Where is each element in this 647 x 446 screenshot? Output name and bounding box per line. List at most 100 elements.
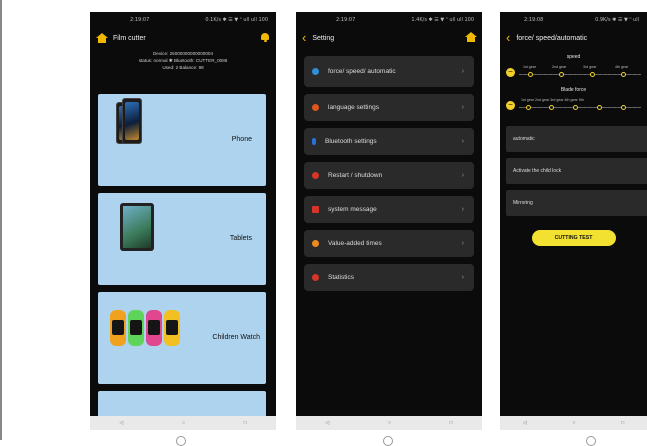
cutting-test-button[interactable]: CUTTING TEST (531, 230, 616, 246)
back-chevron-icon[interactable]: ‹ (506, 31, 510, 44)
setting-item-force-speed[interactable]: force/ speed/ automatic › (304, 56, 474, 87)
chevron-right-icon: › (461, 68, 464, 75)
screen-force-speed: 2:19:08 0.9K/s ✱ ☰ ▼ ⁿ ull ‹ force/ spee… (500, 12, 647, 430)
home-icon[interactable] (95, 33, 108, 43)
setting-item-statistics[interactable]: Statistics › (304, 264, 474, 291)
status-icons: 0.9K/s ✱ ☰ ▼ ⁿ ull (595, 17, 639, 23)
app-bar: Film cutter (90, 28, 276, 48)
nav-back-icon[interactable]: ◁ (119, 420, 123, 426)
bluetooth-icon (312, 138, 316, 145)
minus-icon[interactable]: − (506, 100, 515, 110)
step-marker (176, 436, 186, 446)
system-nav-bar: ◁ ○ □ (296, 416, 482, 430)
setting-item-value-added[interactable]: Value-added times › (304, 230, 474, 257)
device-card-phone[interactable]: Phone (98, 94, 266, 186)
step-marker (383, 436, 393, 446)
force-track[interactable]: 1st gear 2nd gear 3rd gear 4th gear 5th (519, 98, 641, 112)
device-status-line: status: normal ✱ Bluetooth: CUTTER_0086 (138, 58, 228, 63)
option-automatic[interactable]: automatic (506, 126, 647, 152)
device-card-label: Children Watch (212, 334, 260, 341)
page-title: Setting (312, 34, 335, 42)
slider-knob[interactable] (528, 72, 533, 77)
status-bar: 2:19:07 1.4K/s ✱ ☰ ▼ ⁿ ull ull 100 (296, 12, 482, 28)
chevron-right-icon: › (461, 206, 464, 213)
force-slider[interactable]: − 1st gear 2nd gear 3rd gear 4th gear 5t… (500, 96, 647, 114)
slider-knob[interactable] (559, 72, 564, 77)
tick-label: 1st gear 2nd gear 3rd gear 4th gear 5th (521, 98, 584, 102)
nav-home-icon[interactable]: ○ (572, 420, 575, 426)
statistics-icon (312, 274, 319, 281)
setting-label: system message (328, 206, 377, 213)
slider-knob[interactable] (597, 105, 602, 110)
system-nav-bar: ◁ ○ □ (500, 416, 647, 430)
tick-label: 4th gear (615, 65, 629, 69)
watch-image (128, 310, 144, 346)
watch-image (164, 310, 180, 346)
slider-knob[interactable] (549, 105, 554, 110)
home-icon[interactable] (464, 32, 477, 42)
speed-label: speed (566, 54, 581, 60)
status-time: 2:19:07 (130, 17, 150, 23)
device-card-tablets[interactable]: Tablets (98, 193, 266, 285)
slider-knob[interactable] (621, 105, 626, 110)
speed-track[interactable]: 1st gear 2nd gear 3rd gear 4th gear (519, 65, 641, 79)
nav-back-icon[interactable]: ◁ (523, 420, 527, 426)
app-bar: ‹ force/ speed/automatic (500, 28, 647, 48)
nav-back-icon[interactable]: ◁ (325, 420, 329, 426)
power-icon (312, 172, 319, 179)
setting-item-language[interactable]: language settings › (304, 94, 474, 121)
setting-label: Bluetooth settings (325, 138, 377, 145)
nav-recent-icon[interactable]: □ (450, 420, 453, 426)
setting-label: force/ speed/ automatic (328, 68, 396, 75)
status-bar: 2:19:07 0.1K/s ✱ ☰ ▼ ⁿ ull ull 100 (90, 12, 276, 28)
setting-item-system-message[interactable]: system message › (304, 196, 474, 223)
phone-image-back (122, 98, 142, 144)
setting-label: Statistics (328, 274, 355, 281)
watch-image (110, 310, 126, 346)
tick-label: 1st gear (523, 65, 536, 69)
nav-home-icon[interactable]: ○ (388, 420, 391, 426)
slider-knob[interactable] (621, 72, 626, 77)
back-chevron-icon[interactable]: ‹ (302, 31, 306, 44)
tablet-image (120, 203, 154, 251)
screen-setting: 2:19:07 1.4K/s ✱ ☰ ▼ ⁿ ull ull 100 ‹ Set… (296, 12, 482, 430)
coin-icon (312, 240, 319, 247)
settings-list: force/ speed/ automatic › language setti… (296, 48, 482, 291)
nav-recent-icon[interactable]: □ (621, 420, 624, 426)
status-icons: 1.4K/s ✱ ☰ ▼ ⁿ ull ull 100 (411, 17, 474, 23)
device-card-label: Phone (231, 136, 252, 143)
option-child-lock[interactable]: Activate the child lock (506, 158, 647, 184)
chevron-right-icon: › (461, 104, 464, 111)
screen-film-cutter: 2:19:07 0.1K/s ✱ ☰ ▼ ⁿ ull ull 100 Film … (90, 12, 276, 430)
setting-item-bluetooth[interactable]: Bluetooth settings › (304, 128, 474, 155)
setting-item-restart[interactable]: Restart / shutdown › (304, 162, 474, 189)
slider-knob[interactable] (573, 105, 578, 110)
slider-knob[interactable] (526, 105, 531, 110)
tick-label: 2nd gear (552, 65, 567, 69)
status-time: 2:19:07 (336, 17, 356, 23)
chevron-right-icon: › (461, 240, 464, 247)
nav-recent-icon[interactable]: □ (244, 420, 247, 426)
status-bar: 2:19:08 0.9K/s ✱ ☰ ▼ ⁿ ull (500, 12, 647, 28)
device-id-line: Device: 25000000000000004 (152, 51, 214, 56)
language-icon (312, 104, 319, 111)
tick-label: 3rd gear (583, 65, 597, 69)
frame-border (0, 0, 2, 440)
slider-knob[interactable] (590, 72, 595, 77)
option-mirroring[interactable]: Mirroring (506, 190, 647, 216)
speed-slider[interactable]: − 1st gear 2nd gear 3rd gear 4th gear (500, 63, 647, 81)
chevron-right-icon: › (461, 172, 464, 179)
bell-icon[interactable] (260, 32, 270, 42)
minus-icon[interactable]: − (506, 67, 515, 77)
status-time: 2:19:08 (524, 17, 544, 23)
device-card-children-watch[interactable]: Children Watch (98, 292, 266, 384)
chevron-right-icon: › (461, 138, 464, 145)
device-stats-line: Used: 2 Balance: 98 (162, 65, 204, 70)
status-icons: 0.1K/s ✱ ☰ ▼ ⁿ ull ull 100 (205, 17, 268, 23)
setting-label: language settings (328, 104, 379, 111)
system-nav-bar: ◁ ○ □ (90, 416, 276, 430)
device-card-label: Tablets (229, 235, 252, 242)
watch-image (146, 310, 162, 346)
chevron-right-icon: › (461, 274, 464, 281)
nav-home-icon[interactable]: ○ (182, 420, 185, 426)
